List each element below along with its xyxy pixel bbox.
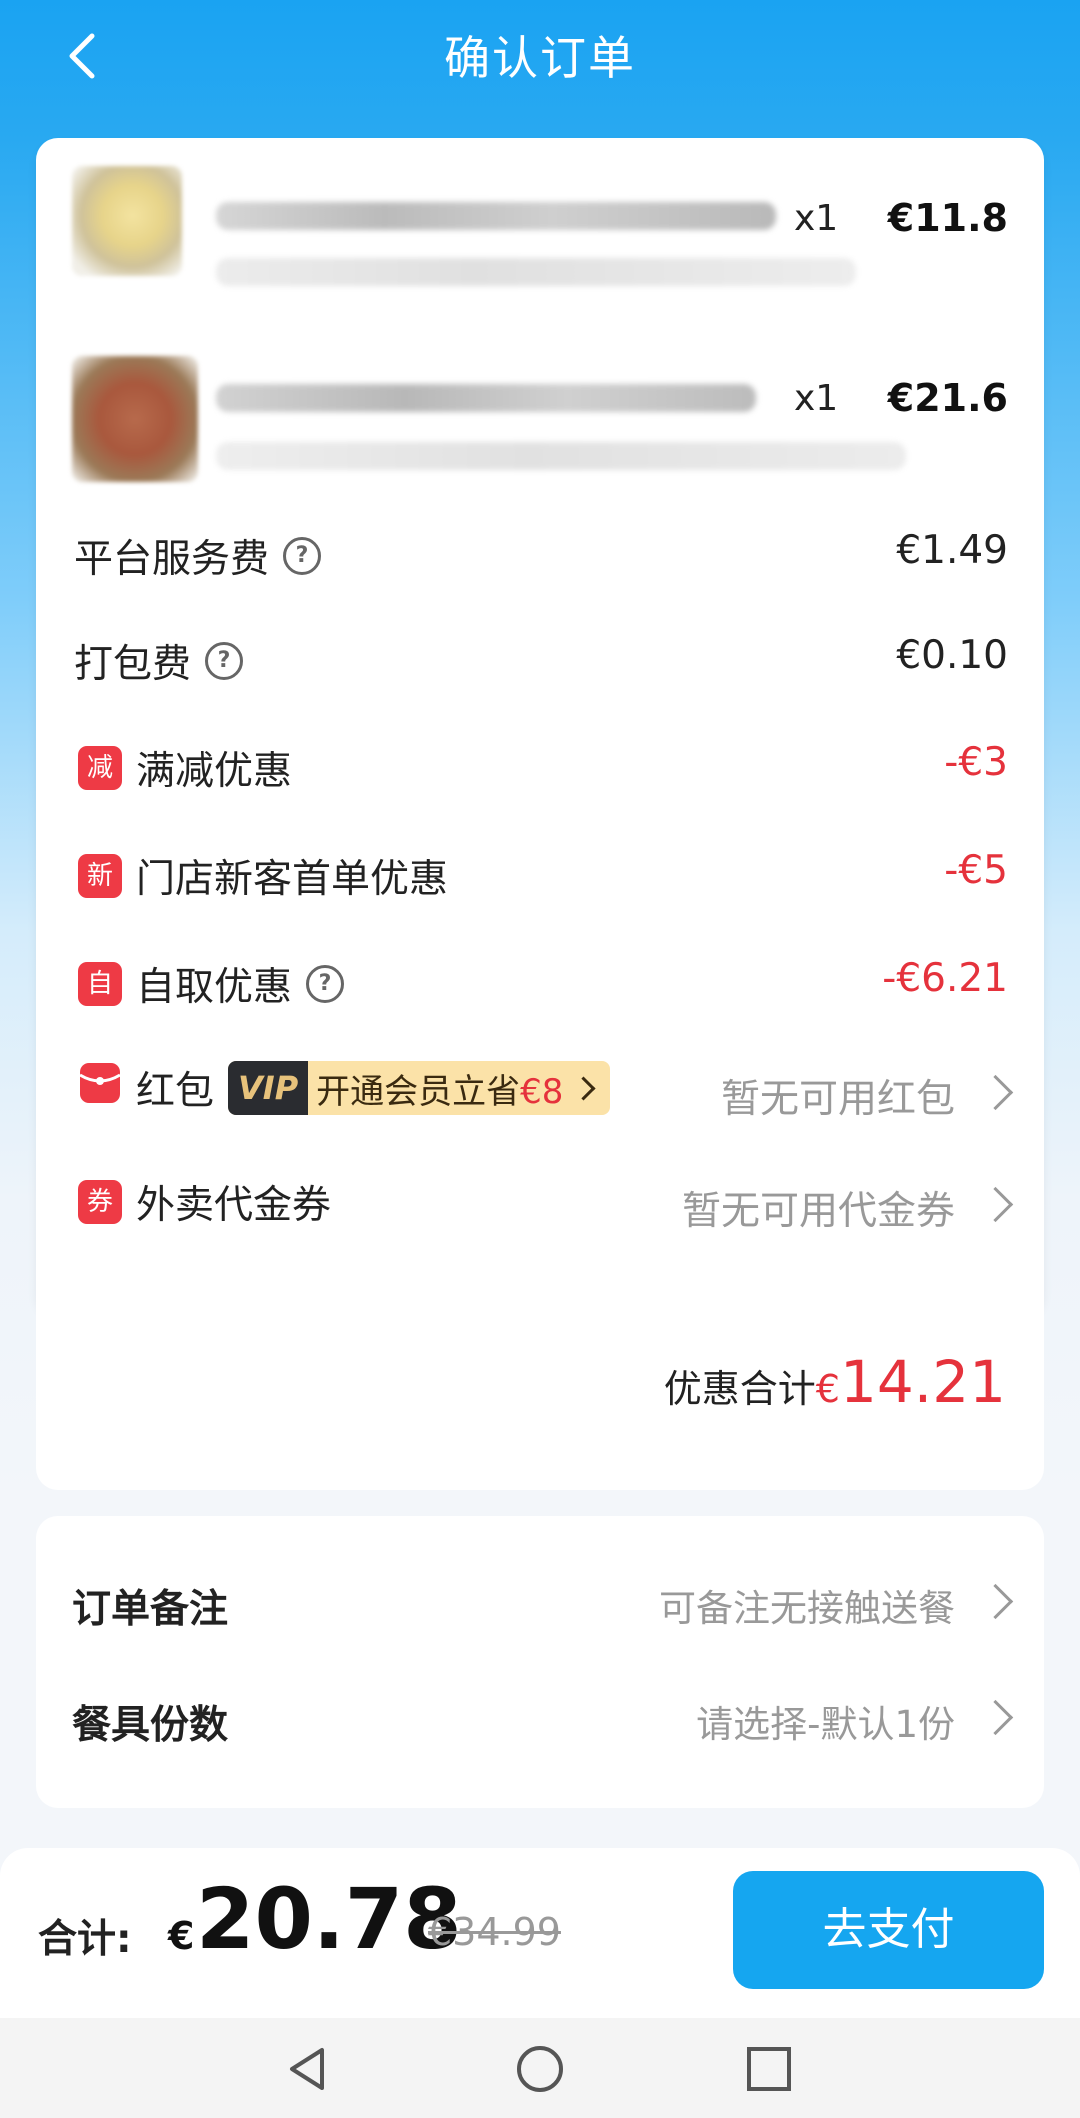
discount-label: 满减优惠 bbox=[136, 749, 293, 794]
voucher-row[interactable]: 券 外卖代金券 暂无可用代金券 bbox=[36, 1160, 1044, 1250]
discount-total-currency: € bbox=[815, 1367, 840, 1411]
help-icon[interactable]: ? bbox=[283, 537, 322, 575]
order-remark-value: 可备注无接触送餐 bbox=[659, 1587, 955, 1630]
nav-back-button[interactable] bbox=[284, 2044, 334, 2094]
discount-total-amount: 14.21 bbox=[839, 1348, 1006, 1416]
order-summary-card: x1 €11.8 x1 €21.6 平台服务费 ? €1.49 打包费 ? €0… bbox=[36, 138, 1044, 1313]
total-amount: 20.78 bbox=[196, 1870, 462, 1968]
voucher-value: 暂无可用代金券 bbox=[681, 1189, 955, 1234]
redpacket-value: 暂无可用红包 bbox=[720, 1077, 955, 1122]
original-price: €34.99 bbox=[428, 1910, 561, 1954]
packing-fee-value: €0.10 bbox=[896, 633, 1008, 678]
item-desc-blurred bbox=[216, 442, 906, 470]
discount-row-self-pickup: 自 自取优惠 ? -€6.21 bbox=[36, 942, 1044, 1022]
discount-total-label: 优惠合计 bbox=[663, 1367, 816, 1411]
help-icon[interactable]: ? bbox=[205, 642, 244, 680]
platform-fee-label: 平台服务费 bbox=[74, 537, 270, 582]
discount-value: -€6.21 bbox=[882, 956, 1008, 1001]
platform-fee-value: €1.49 bbox=[896, 528, 1008, 573]
order-options-card: 订单备注 可备注无接触送餐 餐具份数 请选择-默认1份 bbox=[36, 1516, 1044, 1808]
voucher-badge-icon: 券 bbox=[78, 1180, 122, 1224]
discount-value: -€3 bbox=[944, 740, 1008, 785]
nav-home-button[interactable] bbox=[515, 2044, 565, 2094]
item-name-blurred bbox=[216, 202, 776, 230]
discount-row-new-customer: 新 门店新客首单优惠 -€5 bbox=[36, 834, 1044, 914]
redpacket-row[interactable]: 红包 VIP 开通会员立省€8 暂无可用红包 bbox=[36, 1048, 1044, 1138]
pay-button[interactable]: 去支付 bbox=[733, 1871, 1044, 1989]
item-price: €11.8 bbox=[887, 196, 1008, 240]
vip-promo-text: 开通会员立省 bbox=[316, 1071, 521, 1112]
item-image bbox=[72, 356, 198, 482]
chevron-right-icon bbox=[977, 1186, 1014, 1222]
total-label: 合计: bbox=[38, 1917, 132, 1962]
utensils-row[interactable]: 餐具份数 请选择-默认1份 bbox=[36, 1674, 1044, 1764]
order-item[interactable]: x1 €21.6 bbox=[36, 338, 1044, 508]
vip-promo-badge[interactable]: VIP 开通会员立省€8 bbox=[228, 1061, 611, 1115]
reduction-badge-icon: 减 bbox=[78, 746, 122, 790]
voucher-label: 外卖代金券 bbox=[136, 1183, 332, 1228]
item-name-blurred bbox=[216, 384, 756, 412]
discount-value: -€5 bbox=[944, 848, 1008, 893]
item-image bbox=[72, 166, 182, 276]
help-icon[interactable]: ? bbox=[306, 965, 345, 1003]
self-pickup-badge-icon: 自 bbox=[78, 962, 122, 1006]
item-desc-blurred bbox=[216, 258, 856, 286]
item-price: €21.6 bbox=[887, 376, 1008, 420]
chevron-right-icon bbox=[977, 1699, 1014, 1735]
square-recents-icon bbox=[747, 2047, 791, 2091]
order-remark-label: 订单备注 bbox=[72, 1587, 229, 1632]
chevron-right-icon bbox=[977, 1583, 1014, 1619]
utensils-value: 请选择-默认1份 bbox=[696, 1703, 955, 1746]
chevron-right-icon bbox=[977, 1074, 1014, 1110]
new-customer-badge-icon: 新 bbox=[78, 854, 122, 898]
page-title: 确认订单 bbox=[444, 31, 636, 85]
redpacket-label: 红包 bbox=[136, 1069, 215, 1114]
discount-label: 门店新客首单优惠 bbox=[136, 857, 449, 902]
discount-label: 自取优惠 bbox=[136, 965, 293, 1010]
discount-total-card: 优惠合计 € 14.21 bbox=[36, 1290, 1044, 1490]
packing-fee-label: 打包费 bbox=[74, 642, 192, 687]
order-item[interactable]: x1 €11.8 bbox=[36, 158, 1044, 328]
platform-fee-row: 平台服务费 ? €1.49 bbox=[36, 514, 1044, 594]
vip-promo-amount: €8 bbox=[520, 1071, 564, 1112]
triangle-back-icon bbox=[290, 2048, 324, 2090]
top-bar: 确认订单 bbox=[0, 0, 1080, 110]
discount-row-full-reduction: 减 满减优惠 -€3 bbox=[36, 726, 1044, 806]
checkout-bar: 合计: € 20.78 €34.99 去支付 bbox=[0, 1848, 1080, 2018]
red-envelope-icon bbox=[78, 1061, 122, 1115]
total-currency: € bbox=[168, 1914, 195, 1958]
system-nav-bar bbox=[0, 2018, 1080, 2118]
chevron-right-icon bbox=[571, 1075, 596, 1101]
nav-recents-button[interactable] bbox=[744, 2044, 794, 2094]
vip-tag: VIP bbox=[228, 1061, 309, 1115]
item-quantity: x1 bbox=[794, 378, 839, 419]
circle-home-icon bbox=[517, 2046, 563, 2092]
order-remark-row[interactable]: 订单备注 可备注无接触送餐 bbox=[36, 1558, 1044, 1648]
item-quantity: x1 bbox=[794, 198, 839, 239]
utensils-label: 餐具份数 bbox=[72, 1703, 229, 1748]
packing-fee-row: 打包费 ? €0.10 bbox=[36, 619, 1044, 699]
